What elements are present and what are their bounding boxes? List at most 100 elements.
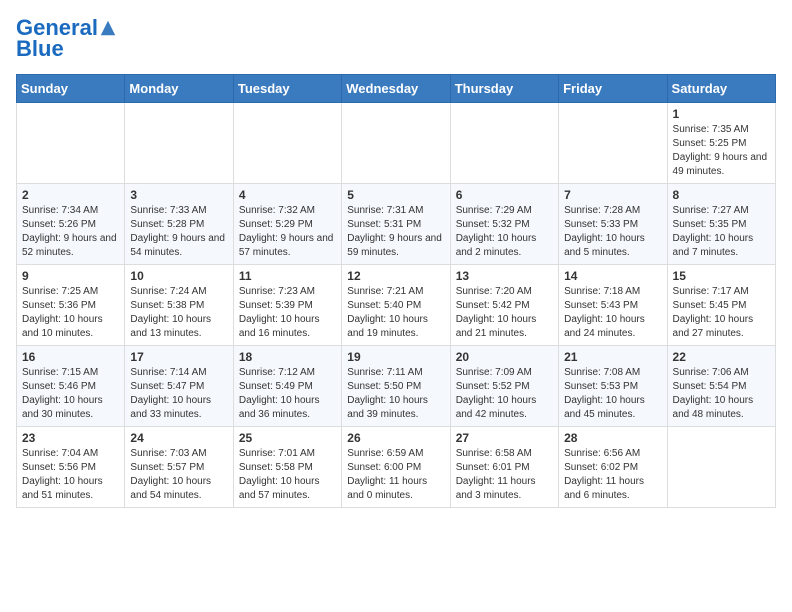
calendar-cell: 28 Sunrise: 6:56 AM Sunset: 6:02 PM Dayli… — [559, 427, 667, 508]
day-number: 28 — [564, 431, 661, 445]
logo: General Blue — [16, 16, 117, 62]
day-info: Sunrise: 7:18 AM Sunset: 5:43 PM Dayligh… — [564, 285, 661, 341]
day-info: Sunrise: 7:08 AM Sunset: 5:53 PM Dayligh… — [564, 366, 661, 422]
day-number: 22 — [673, 350, 770, 364]
day-info: Sunrise: 7:11 AM Sunset: 5:50 PM Dayligh… — [347, 366, 444, 422]
day-number: 25 — [239, 431, 336, 445]
day-info: Sunrise: 7:17 AM Sunset: 5:45 PM Dayligh… — [673, 285, 770, 341]
calendar-week-row: 9 Sunrise: 7:25 AM Sunset: 5:36 PM Daylig… — [17, 265, 776, 346]
day-info: Sunrise: 6:56 AM Sunset: 6:02 PM Dayligh… — [564, 447, 661, 503]
day-info: Sunrise: 6:58 AM Sunset: 6:01 PM Dayligh… — [456, 447, 553, 503]
calendar-cell — [233, 103, 341, 184]
calendar-cell: 1 Sunrise: 7:35 AM Sunset: 5:25 PM Daylig… — [667, 103, 775, 184]
day-number: 4 — [239, 188, 336, 202]
day-info: Sunrise: 7:28 AM Sunset: 5:33 PM Dayligh… — [564, 204, 661, 260]
day-number: 26 — [347, 431, 444, 445]
day-info: Sunrise: 7:25 AM Sunset: 5:36 PM Dayligh… — [22, 285, 119, 341]
day-info: Sunrise: 7:23 AM Sunset: 5:39 PM Dayligh… — [239, 285, 336, 341]
calendar-cell: 9 Sunrise: 7:25 AM Sunset: 5:36 PM Daylig… — [17, 265, 125, 346]
logo-icon — [99, 19, 117, 37]
day-info: Sunrise: 6:59 AM Sunset: 6:00 PM Dayligh… — [347, 447, 444, 503]
calendar-cell — [667, 427, 775, 508]
calendar-cell: 16 Sunrise: 7:15 AM Sunset: 5:46 PM Dayli… — [17, 346, 125, 427]
calendar-cell: 11 Sunrise: 7:23 AM Sunset: 5:39 PM Dayli… — [233, 265, 341, 346]
weekday-header: Thursday — [450, 75, 558, 103]
day-number: 18 — [239, 350, 336, 364]
day-number: 2 — [22, 188, 119, 202]
day-number: 7 — [564, 188, 661, 202]
calendar-header-row: SundayMondayTuesdayWednesdayThursdayFrid… — [17, 75, 776, 103]
day-info: Sunrise: 7:27 AM Sunset: 5:35 PM Dayligh… — [673, 204, 770, 260]
day-info: Sunrise: 7:33 AM Sunset: 5:28 PM Dayligh… — [130, 204, 227, 260]
day-number: 11 — [239, 269, 336, 283]
calendar-cell: 12Sunrise: 7:21 AM Sunset: 5:40 PM Dayli… — [342, 265, 450, 346]
day-number: 20 — [456, 350, 553, 364]
calendar-cell: 6 Sunrise: 7:29 AM Sunset: 5:32 PM Daylig… — [450, 184, 558, 265]
day-number: 27 — [456, 431, 553, 445]
calendar-cell: 24 Sunrise: 7:03 AM Sunset: 5:57 PM Dayli… — [125, 427, 233, 508]
day-number: 3 — [130, 188, 227, 202]
calendar-table: SundayMondayTuesdayWednesdayThursdayFrid… — [16, 74, 776, 508]
day-info: Sunrise: 7:04 AM Sunset: 5:56 PM Dayligh… — [22, 447, 119, 503]
day-info: Sunrise: 7:03 AM Sunset: 5:57 PM Dayligh… — [130, 447, 227, 503]
calendar-week-row: 2 Sunrise: 7:34 AM Sunset: 5:26 PM Daylig… — [17, 184, 776, 265]
day-info: Sunrise: 7:24 AM Sunset: 5:38 PM Dayligh… — [130, 285, 227, 341]
day-number: 13 — [456, 269, 553, 283]
calendar-cell: 5 Sunrise: 7:31 AM Sunset: 5:31 PM Daylig… — [342, 184, 450, 265]
calendar-cell: 19Sunrise: 7:11 AM Sunset: 5:50 PM Dayli… — [342, 346, 450, 427]
calendar-cell: 17 Sunrise: 7:14 AM Sunset: 5:47 PM Dayli… — [125, 346, 233, 427]
weekday-header: Sunday — [17, 75, 125, 103]
day-number: 8 — [673, 188, 770, 202]
calendar-cell: 20 Sunrise: 7:09 AM Sunset: 5:52 PM Dayli… — [450, 346, 558, 427]
calendar-week-row: 23 Sunrise: 7:04 AM Sunset: 5:56 PM Dayli… — [17, 427, 776, 508]
day-info: Sunrise: 7:14 AM Sunset: 5:47 PM Dayligh… — [130, 366, 227, 422]
calendar-cell: 25 Sunrise: 7:01 AM Sunset: 5:58 PM Dayli… — [233, 427, 341, 508]
calendar-cell — [17, 103, 125, 184]
calendar-cell: 8 Sunrise: 7:27 AM Sunset: 5:35 PM Daylig… — [667, 184, 775, 265]
day-info: Sunrise: 7:31 AM Sunset: 5:31 PM Dayligh… — [347, 204, 444, 260]
calendar-cell: 15 Sunrise: 7:17 AM Sunset: 5:45 PM Dayli… — [667, 265, 775, 346]
weekday-header: Tuesday — [233, 75, 341, 103]
day-number: 17 — [130, 350, 227, 364]
weekday-header: Monday — [125, 75, 233, 103]
day-info: Sunrise: 7:06 AM Sunset: 5:54 PM Dayligh… — [673, 366, 770, 422]
day-info: Sunrise: 7:09 AM Sunset: 5:52 PM Dayligh… — [456, 366, 553, 422]
day-number: 9 — [22, 269, 119, 283]
calendar-cell — [450, 103, 558, 184]
calendar-cell — [342, 103, 450, 184]
day-info: Sunrise: 7:32 AM Sunset: 5:29 PM Dayligh… — [239, 204, 336, 260]
calendar-cell: 4 Sunrise: 7:32 AM Sunset: 5:29 PM Daylig… — [233, 184, 341, 265]
day-number: 24 — [130, 431, 227, 445]
calendar-cell: 7 Sunrise: 7:28 AM Sunset: 5:33 PM Daylig… — [559, 184, 667, 265]
day-info: Sunrise: 7:20 AM Sunset: 5:42 PM Dayligh… — [456, 285, 553, 341]
day-number: 5 — [347, 188, 444, 202]
day-number: 16 — [22, 350, 119, 364]
day-info: Sunrise: 7:01 AM Sunset: 5:58 PM Dayligh… — [239, 447, 336, 503]
day-number: 6 — [456, 188, 553, 202]
day-info: Sunrise: 7:29 AM Sunset: 5:32 PM Dayligh… — [456, 204, 553, 260]
calendar-cell: 23 Sunrise: 7:04 AM Sunset: 5:56 PM Dayli… — [17, 427, 125, 508]
calendar-cell: 27 Sunrise: 6:58 AM Sunset: 6:01 PM Dayli… — [450, 427, 558, 508]
page-header: General Blue — [16, 16, 776, 62]
day-info: Sunrise: 7:34 AM Sunset: 5:26 PM Dayligh… — [22, 204, 119, 260]
day-number: 14 — [564, 269, 661, 283]
day-info: Sunrise: 7:35 AM Sunset: 5:25 PM Dayligh… — [673, 123, 770, 179]
weekday-header: Saturday — [667, 75, 775, 103]
day-number: 12 — [347, 269, 444, 283]
calendar-cell: 2 Sunrise: 7:34 AM Sunset: 5:26 PM Daylig… — [17, 184, 125, 265]
weekday-header: Wednesday — [342, 75, 450, 103]
day-number: 1 — [673, 107, 770, 121]
calendar-cell: 10 Sunrise: 7:24 AM Sunset: 5:38 PM Dayli… — [125, 265, 233, 346]
calendar-cell: 18 Sunrise: 7:12 AM Sunset: 5:49 PM Dayli… — [233, 346, 341, 427]
day-number: 10 — [130, 269, 227, 283]
calendar-cell: 3 Sunrise: 7:33 AM Sunset: 5:28 PM Daylig… — [125, 184, 233, 265]
calendar-cell: 14 Sunrise: 7:18 AM Sunset: 5:43 PM Dayli… — [559, 265, 667, 346]
calendar-cell: 13 Sunrise: 7:20 AM Sunset: 5:42 PM Dayli… — [450, 265, 558, 346]
day-number: 21 — [564, 350, 661, 364]
day-info: Sunrise: 7:15 AM Sunset: 5:46 PM Dayligh… — [22, 366, 119, 422]
day-number: 23 — [22, 431, 119, 445]
day-number: 15 — [673, 269, 770, 283]
day-info: Sunrise: 7:12 AM Sunset: 5:49 PM Dayligh… — [239, 366, 336, 422]
calendar-week-row: 1 Sunrise: 7:35 AM Sunset: 5:25 PM Daylig… — [17, 103, 776, 184]
weekday-header: Friday — [559, 75, 667, 103]
